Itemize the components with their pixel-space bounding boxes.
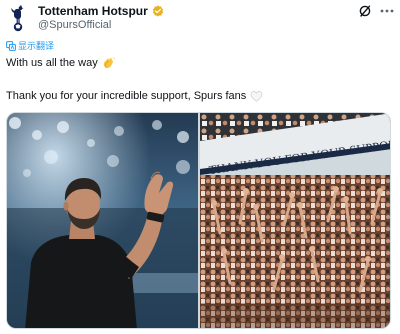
media-grid: THANK YOU FOR YOUR SUPPORT	[6, 112, 391, 329]
spurs-logo-icon	[11, 5, 24, 32]
grok-icon[interactable]	[358, 4, 372, 18]
account-handle[interactable]: @SpursOfficial	[38, 18, 111, 32]
tweet-text-line: Thank you for your incredible support, S…	[6, 89, 263, 103]
white-heart-icon	[250, 90, 263, 102]
verified-badge-icon	[152, 5, 163, 17]
tweet-text-line: With us all the way	[6, 56, 115, 70]
photo-fans-crowd[interactable]: THANK YOU FOR YOUR SUPPORT	[200, 113, 390, 328]
translate-icon	[6, 41, 16, 51]
display-name[interactable]: Tottenham Hotspur	[38, 4, 148, 18]
tweet-text: With us all the way	[6, 57, 98, 69]
tweet[interactable]: Tottenham Hotspur @SpursOfficial 显示翻译 Wi…	[0, 0, 400, 334]
tweet-text: Thank you for your incredible support, S…	[6, 90, 247, 102]
clapping-hands-icon	[103, 56, 115, 68]
more-options-icon[interactable]	[380, 9, 394, 13]
show-translation-label[interactable]: 显示翻译	[18, 40, 54, 52]
fans-crowd-image: THANK YOU FOR YOUR SUPPORT	[200, 113, 390, 328]
photo-manager-applauding[interactable]	[7, 113, 198, 328]
avatar[interactable]	[6, 4, 30, 34]
manager-photo-image	[7, 113, 198, 328]
account-name-row[interactable]: Tottenham Hotspur	[38, 4, 164, 18]
show-translation-button[interactable]: 显示翻译	[6, 40, 54, 52]
